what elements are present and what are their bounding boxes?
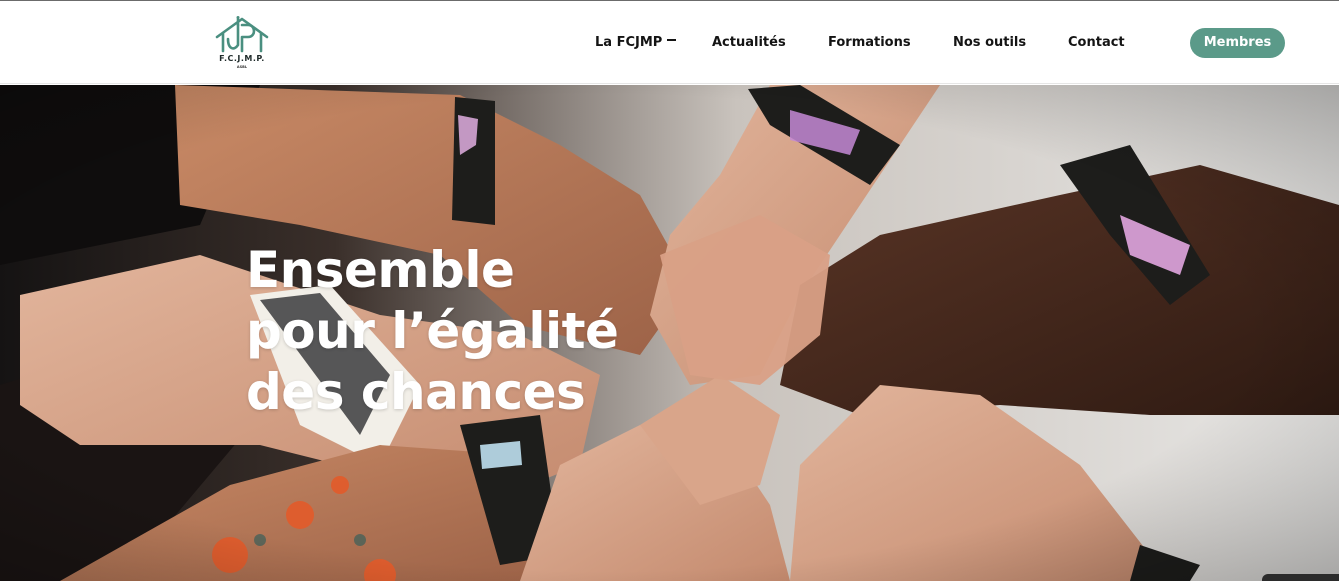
hero-title-line: des chances: [246, 363, 586, 421]
hero-title: Ensemble pour l’égalité des chances: [246, 240, 766, 423]
dropdown-dash-icon: [667, 38, 677, 41]
site-header: F.C.J.M.P. ASBL La FCJMP Actualités Form…: [0, 1, 1339, 84]
nav-item-label: Nos outils: [953, 35, 1027, 50]
hero-title-line: pour l’égalité: [246, 302, 619, 360]
nav-item-contact[interactable]: Contact: [1068, 34, 1125, 52]
nav-item-label: Actualités: [712, 35, 786, 50]
hero-title-line: Ensemble: [246, 241, 515, 299]
main-nav: La FCJMP Actualités Formations Nos outil…: [0, 1, 1339, 84]
corner-widget-tab[interactable]: [1262, 574, 1339, 581]
nav-item-label: Formations: [828, 35, 911, 50]
nav-item-formations[interactable]: Formations: [828, 34, 911, 52]
membres-button[interactable]: Membres: [1190, 28, 1285, 58]
nav-item-label: La FCJMP: [595, 35, 663, 50]
hero-banner: Ensemble pour l’égalité des chances: [0, 85, 1339, 581]
nav-item-label: Contact: [1068, 35, 1125, 50]
nav-item-actualites[interactable]: Actualités: [712, 34, 786, 52]
nav-item-nos-outils[interactable]: Nos outils: [953, 34, 1026, 52]
nav-item-la-fcjmp[interactable]: La FCJMP: [595, 34, 677, 52]
